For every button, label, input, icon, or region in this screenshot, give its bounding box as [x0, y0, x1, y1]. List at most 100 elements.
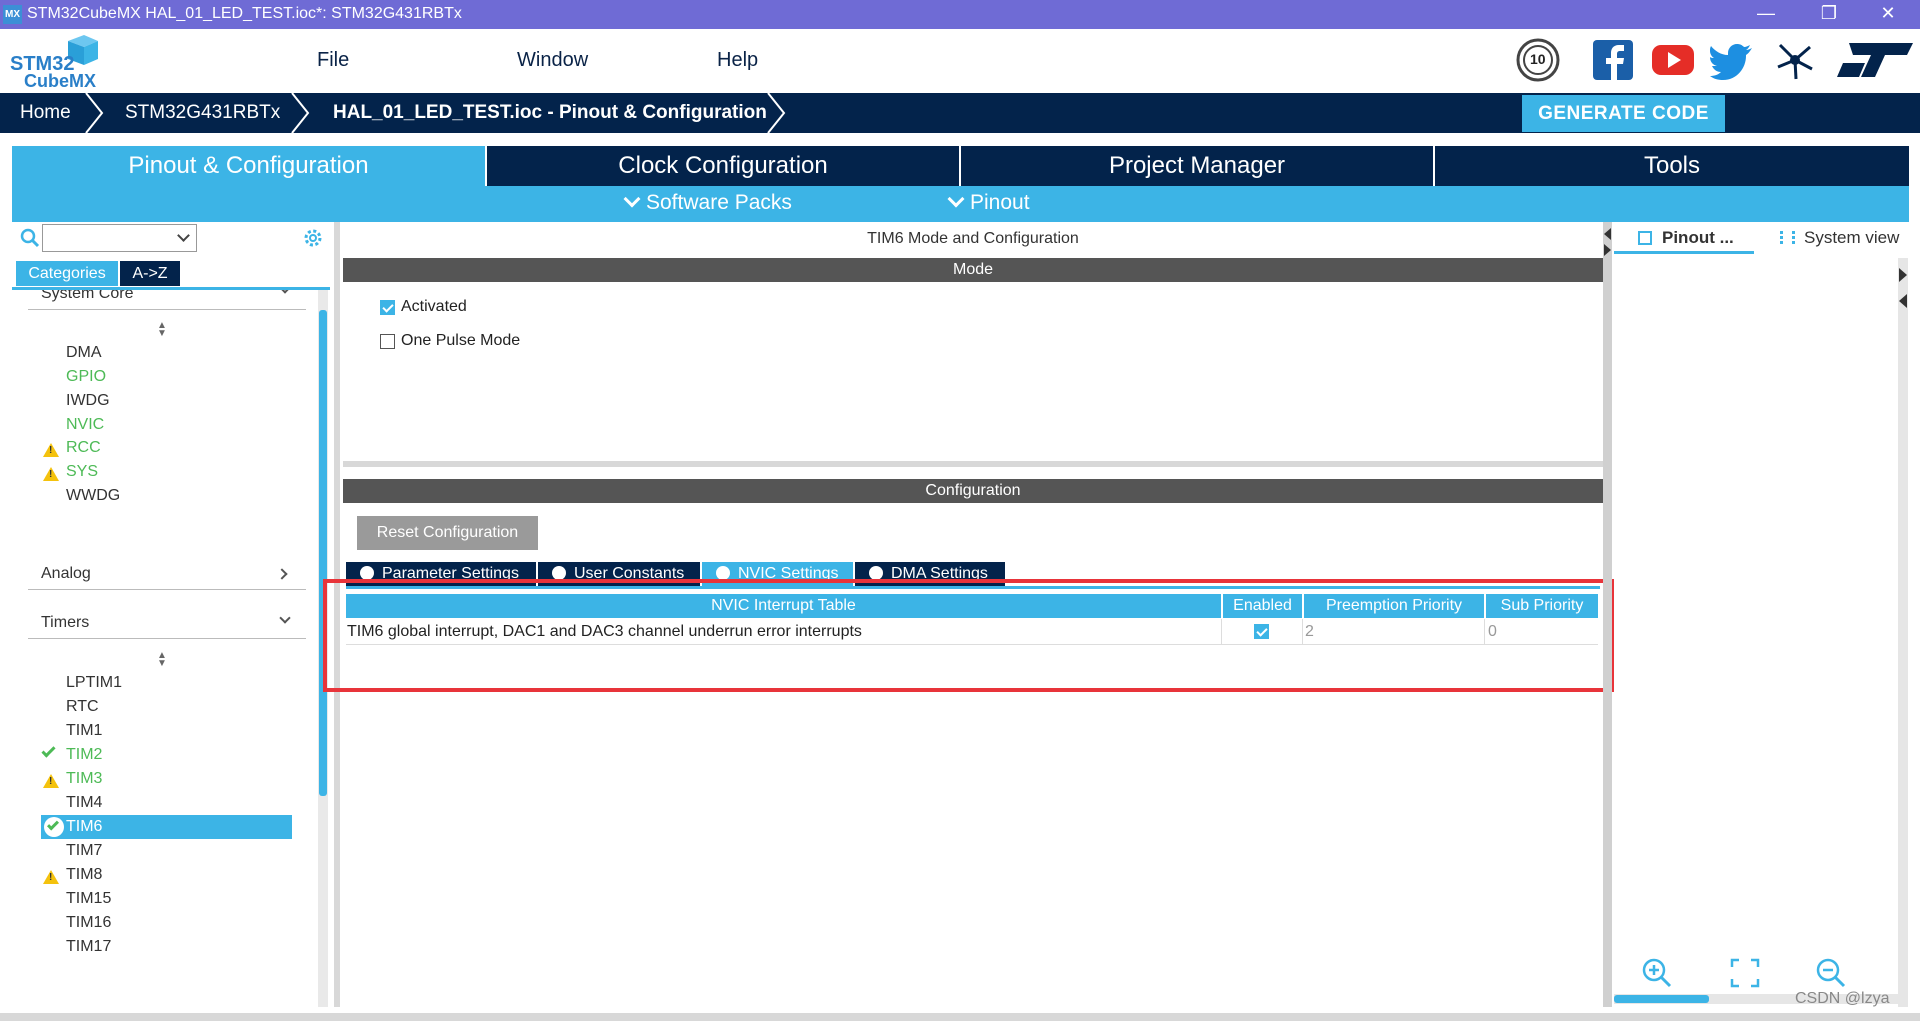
anniversary-badge-icon[interactable]: 10 [1515, 37, 1561, 83]
warning-icon [43, 774, 59, 788]
check-circle-icon [716, 566, 730, 580]
group-timers[interactable]: Timers [41, 614, 89, 632]
group-analog[interactable]: Analog [41, 565, 91, 583]
chevron-down-icon [623, 190, 641, 208]
restore-icon[interactable]: ❐ [1809, 3, 1849, 24]
chevron-right-icon[interactable] [276, 568, 288, 580]
scrollbar-thumb[interactable] [319, 310, 327, 796]
item-tim1[interactable]: TIM1 [66, 722, 102, 740]
tab-pinout-view[interactable]: Pinout ... [1638, 228, 1734, 248]
group-system-core[interactable]: System Core [41, 290, 133, 303]
configuration-header: Configuration [343, 479, 1603, 503]
scrollbar-thumb[interactable] [1614, 995, 1709, 1003]
menu-help[interactable]: Help [717, 49, 758, 72]
item-sys[interactable]: SYS [66, 463, 98, 481]
chip-icon [1638, 231, 1652, 245]
item-tim7[interactable]: TIM7 [66, 842, 102, 860]
breadcrumb-separator-icon [85, 93, 104, 133]
sort-icon[interactable]: ▲ ▼ [157, 321, 167, 339]
pinout-menu[interactable]: Pinout [946, 190, 1030, 215]
search-combobox[interactable] [42, 224, 197, 252]
zoom-in-icon[interactable] [1641, 957, 1673, 989]
item-nvic[interactable]: NVIC [66, 416, 104, 434]
software-packs-menu[interactable]: Software Packs [622, 190, 792, 215]
one-pulse-label: One Pulse Mode [401, 332, 521, 349]
network-icon[interactable] [1772, 37, 1818, 83]
gear-icon[interactable] [302, 227, 324, 249]
item-tim15[interactable]: TIM15 [66, 890, 111, 908]
category-tree: System Core ▲▼ DMA GPIO IWDG NVIC RCC SY… [12, 290, 320, 1007]
item-tim6: TIM6 [66, 818, 103, 835]
close-icon[interactable]: ✕ [1868, 3, 1908, 24]
check-circle-icon [869, 566, 883, 580]
one-pulse-checkbox[interactable] [380, 334, 395, 349]
st-logo-icon[interactable] [1835, 37, 1915, 83]
reset-configuration-button[interactable]: Reset Configuration [357, 516, 538, 550]
warning-icon [43, 443, 59, 457]
item-tim6-selected[interactable]: TIM6 [41, 815, 292, 839]
tab-pinout-configuration[interactable]: Pinout & Configuration [12, 146, 485, 186]
logo-text-cubemx: CubeMX [24, 71, 96, 91]
menu-window[interactable]: Window [517, 49, 588, 72]
item-tim4[interactable]: TIM4 [66, 794, 102, 812]
check-icon [41, 743, 56, 758]
breadcrumb-separator-icon [291, 93, 310, 133]
menu-bar: STM32 CubeMX File Window Help 10 [0, 29, 1920, 93]
item-rtc[interactable]: RTC [66, 698, 99, 716]
right-splitter[interactable] [1603, 222, 1612, 1007]
item-tim17[interactable]: TIM17 [66, 938, 111, 956]
window-title: STM32CubeMX HAL_01_LED_TEST.ioc*: STM32G… [27, 5, 462, 22]
divider [28, 589, 306, 590]
menu-file[interactable]: File [317, 49, 349, 72]
bottom-border [0, 1013, 1920, 1021]
check-circle-icon [44, 817, 64, 837]
item-tim8[interactable]: TIM8 [66, 866, 102, 884]
item-iwdg[interactable]: IWDG [66, 392, 110, 410]
item-lptim1[interactable]: LPTIM1 [66, 674, 122, 692]
item-rcc[interactable]: RCC [66, 439, 101, 457]
minimize-icon[interactable]: — [1746, 3, 1786, 24]
chevron-down-icon[interactable] [279, 290, 291, 294]
check-circle-icon [552, 566, 566, 580]
chevron-down-icon[interactable] [177, 229, 190, 242]
divider [28, 309, 306, 310]
fit-icon[interactable] [1729, 957, 1761, 989]
tab-tools[interactable]: Tools [1435, 146, 1909, 186]
panel-title: TIM6 Mode and Configuration [867, 230, 1079, 247]
twitter-icon[interactable] [1710, 37, 1756, 83]
main-tabs: Pinout & Configuration Clock Configurati… [12, 146, 1909, 186]
breadcrumb-device[interactable]: STM32G431RBTx [125, 102, 280, 124]
item-tim3[interactable]: TIM3 [66, 770, 102, 788]
generate-code-button[interactable]: GENERATE CODE [1522, 95, 1725, 132]
facebook-icon[interactable] [1590, 37, 1636, 83]
warning-icon [43, 467, 59, 481]
item-wwdg[interactable]: WWDG [66, 487, 120, 505]
pinout-menu-label: Pinout [970, 191, 1030, 214]
item-tim16[interactable]: TIM16 [66, 914, 111, 932]
tab-clock-configuration[interactable]: Clock Configuration [487, 146, 959, 186]
breadcrumb-project[interactable]: HAL_01_LED_TEST.ioc - Pinout & Configura… [333, 102, 767, 124]
breadcrumb-home[interactable]: Home [20, 102, 71, 124]
tab-a-z[interactable]: A->Z [120, 261, 180, 286]
sort-icon[interactable]: ▲ ▼ [157, 651, 167, 669]
watermark: CSDN @lzya [1795, 990, 1890, 1007]
sub-tabs: Software Packs Pinout [12, 186, 1909, 222]
tab-categories[interactable]: Categories [16, 261, 118, 286]
youtube-icon[interactable] [1650, 37, 1696, 83]
tab-system-view[interactable]: System view [1780, 228, 1899, 248]
software-packs-label: Software Packs [646, 191, 792, 214]
app-icon: MX [3, 5, 22, 24]
activated-checkbox[interactable] [380, 300, 395, 315]
window-title-bar: MX STM32CubeMX HAL_01_LED_TEST.ioc*: STM… [0, 0, 1920, 29]
chevron-down-icon[interactable] [279, 612, 291, 624]
divider [28, 638, 306, 639]
item-dma[interactable]: DMA [66, 344, 102, 362]
item-gpio[interactable]: GPIO [66, 368, 106, 386]
item-tim2[interactable]: TIM2 [66, 746, 102, 764]
chevron-down-icon [947, 190, 965, 208]
mode-section [343, 282, 1603, 467]
system-view-icon [1780, 231, 1795, 244]
right-scrollbar[interactable] [1898, 258, 1908, 1007]
zoom-out-icon[interactable] [1815, 957, 1847, 989]
tab-project-manager[interactable]: Project Manager [961, 146, 1433, 186]
